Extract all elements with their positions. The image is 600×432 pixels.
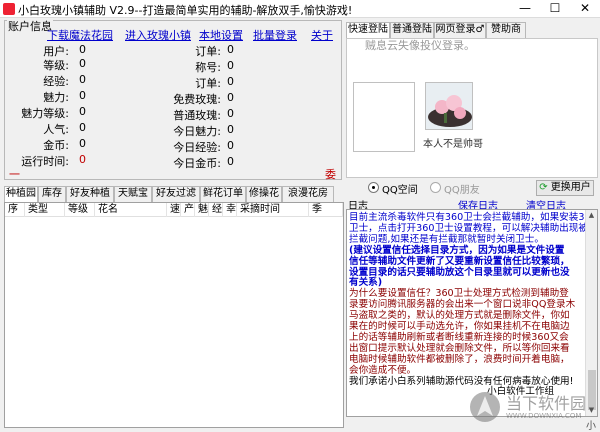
qq-friend-radio[interactable] bbox=[430, 182, 441, 193]
column-header-4[interactable]: 速 bbox=[167, 203, 181, 217]
account-value-1: 0 bbox=[79, 57, 86, 70]
account-value-3: 0 bbox=[79, 89, 86, 102]
change-user-button[interactable]: ⟳ 更换用户 bbox=[536, 180, 594, 196]
quick-login-panel: 贼息云失像投仪登录。 本人不是帅哥 bbox=[346, 38, 598, 178]
local-settings-link[interactable]: 本地设置 bbox=[199, 27, 243, 43]
mode-row: QQ空间 QQ朋友 ⟳ 更换用户 bbox=[346, 180, 598, 196]
tab-3[interactable]: 天赋宝 bbox=[114, 186, 152, 202]
stat-value-2: 0 bbox=[227, 75, 234, 88]
avatar[interactable] bbox=[425, 82, 473, 130]
table-header: 序类型 等级 花名速产魅经幸采摘时间季 bbox=[5, 203, 343, 217]
batch-login-link[interactable]: 批量登录 bbox=[253, 27, 297, 43]
column-header-5[interactable]: 产 bbox=[181, 203, 195, 217]
account-label-1: 等级: bbox=[43, 59, 69, 72]
account-label-4: 魅力等级: bbox=[21, 107, 69, 120]
column-header-0[interactable]: 序 bbox=[5, 203, 25, 217]
log-line: 信任等辅助文件更新了又要重新设置信任比较繁琐， bbox=[349, 255, 570, 267]
stat-label-3: 免费玫瑰: bbox=[173, 93, 221, 106]
log-line: 拦截问题,如果还是有拦截那就暂时关闭卫士。 bbox=[349, 233, 544, 245]
main-tabs: 种植园 库存 好友种植 天赋宝 好友过滤 鲜花订单 修操花 浪漫花房 bbox=[4, 186, 342, 203]
account-label-2: 经验: bbox=[43, 75, 69, 88]
login-tab-3[interactable]: 赞助商 bbox=[486, 22, 526, 38]
app-icon bbox=[3, 3, 15, 15]
stat-value-1: 0 bbox=[227, 59, 234, 72]
close-button[interactable]: ✕ bbox=[570, 0, 600, 18]
stat-value-6: 0 bbox=[227, 139, 234, 152]
stat-value-0: 0 bbox=[227, 43, 234, 56]
log-line: 设置目录的话只要辅助放这个目录里就可以更新也没 bbox=[349, 266, 570, 278]
qq-friend-label: QQ朋友 bbox=[444, 185, 480, 196]
title-bar: 小白玫瑰小镇辅助 V2.9--打造最简单实用的辅助-解放双手,愉快游戏! — ☐… bbox=[0, 0, 600, 18]
log-line: 出窗口提示默认处理就会删除文件，所以等你回来看 bbox=[349, 342, 570, 354]
change-user-label: 更换用户 bbox=[550, 182, 591, 193]
column-header-6[interactable]: 魅 bbox=[195, 203, 209, 217]
watermark-subtext: WWW.DOWNXIA.COM bbox=[506, 412, 582, 420]
scroll-up-icon[interactable]: ▲ bbox=[586, 210, 597, 221]
watermark-logo-icon bbox=[470, 392, 500, 422]
tab-4[interactable]: 好友过滤 bbox=[152, 186, 200, 202]
account-label-5: 人气: bbox=[43, 123, 69, 136]
tab-5[interactable]: 鲜花订单 bbox=[200, 186, 246, 202]
stat-label-1: 称号: bbox=[195, 61, 221, 74]
column-header-10[interactable]: 季 bbox=[309, 203, 343, 217]
window-title: 小白玫瑰小镇辅助 V2.9--打造最简单实用的辅助-解放双手,愉快游戏! bbox=[18, 4, 353, 17]
plant-table[interactable]: 序类型 等级 花名速产魅经幸采摘时间季 bbox=[4, 202, 344, 428]
avatar-caption: 本人不是帅哥 bbox=[423, 139, 483, 150]
stat-label-4: 普通玫瑰: bbox=[173, 109, 221, 122]
column-header-3[interactable]: 花名 bbox=[95, 203, 167, 217]
stat-value-4: 0 bbox=[227, 107, 234, 120]
stat-label-6: 今日经验: bbox=[173, 141, 221, 154]
account-label-7: 运行时间: bbox=[21, 155, 69, 168]
minimize-button[interactable]: — bbox=[510, 0, 540, 18]
tab-0[interactable]: 种植园 bbox=[4, 186, 38, 203]
about-link[interactable]: 关于 bbox=[311, 27, 333, 43]
login-tabs: 快速登陆 普通登陆 网页登录♂ 赞助商 bbox=[346, 22, 598, 39]
enter-town-link[interactable]: 进入玫瑰小镇 bbox=[125, 27, 191, 43]
account-value-2: 0 bbox=[79, 73, 86, 86]
account-value-7: 0 bbox=[79, 153, 86, 166]
account-value-0: 0 bbox=[79, 43, 86, 56]
log-line: (建议设置信任选择目录方式，因为如果是文件设置 bbox=[349, 244, 565, 256]
column-header-2[interactable]: 等级 bbox=[65, 203, 95, 217]
log-line: 电脑时候辅助软件都被删除了，浪费时间开着电脑， bbox=[349, 353, 570, 365]
stat-label-5: 今日魅力: bbox=[173, 125, 221, 138]
qzone-label: QQ空间 bbox=[382, 185, 418, 196]
stat-label-2: 订单: bbox=[195, 77, 221, 90]
watermark: 当下软件园 WWW.DOWNXIA.COM bbox=[468, 386, 598, 430]
login-tab-1[interactable]: 普通登陆 bbox=[390, 22, 434, 38]
login-hint: 贼息云失像投仪登录。 bbox=[365, 39, 475, 52]
log-line: 会你造成不便。 bbox=[349, 364, 417, 376]
stat-value-7: 0 bbox=[227, 155, 234, 168]
log-header: 日志 保存日志 清空日志 bbox=[346, 196, 598, 212]
collapse-marker[interactable]: 委 bbox=[325, 166, 336, 182]
account-value-6: 0 bbox=[79, 137, 86, 150]
column-header-9[interactable]: 采摘时间 bbox=[237, 203, 309, 217]
stat-value-3: 0 bbox=[227, 91, 234, 104]
column-header-1[interactable]: 类型 bbox=[25, 203, 65, 217]
stat-label-0: 订单: bbox=[195, 45, 221, 58]
tab-7[interactable]: 浪漫花房 bbox=[282, 186, 334, 202]
account-info-group: 账户信息 下载魔法花园 进入玫瑰小镇 本地设置 批量登录 关于 一 委 用户: 0… bbox=[4, 18, 342, 182]
column-header-7[interactable]: 经 bbox=[209, 203, 223, 217]
account-value-5: 0 bbox=[79, 121, 86, 134]
account-value-4: 0 bbox=[79, 105, 86, 118]
login-tab-2[interactable]: 网页登录♂ bbox=[434, 22, 486, 38]
tab-6[interactable]: 修操花 bbox=[246, 186, 282, 202]
account-label-6: 金币: bbox=[43, 139, 69, 152]
watermark-text: 当下软件园 bbox=[506, 394, 587, 413]
tab-1[interactable]: 库存 bbox=[38, 186, 66, 202]
column-header-8[interactable]: 幸 bbox=[223, 203, 237, 217]
refresh-icon: ⟳ bbox=[539, 182, 548, 193]
tab-2[interactable]: 好友种植 bbox=[66, 186, 114, 202]
login-image-box[interactable] bbox=[353, 82, 415, 152]
stat-value-5: 0 bbox=[227, 123, 234, 136]
maximize-button[interactable]: ☐ bbox=[540, 0, 570, 18]
qzone-radio[interactable] bbox=[368, 182, 379, 193]
stat-label-7: 今日金币: bbox=[173, 157, 221, 170]
account-label-3: 魅力: bbox=[43, 91, 69, 104]
download-garden-link[interactable]: 下载魔法花园 bbox=[47, 27, 113, 43]
